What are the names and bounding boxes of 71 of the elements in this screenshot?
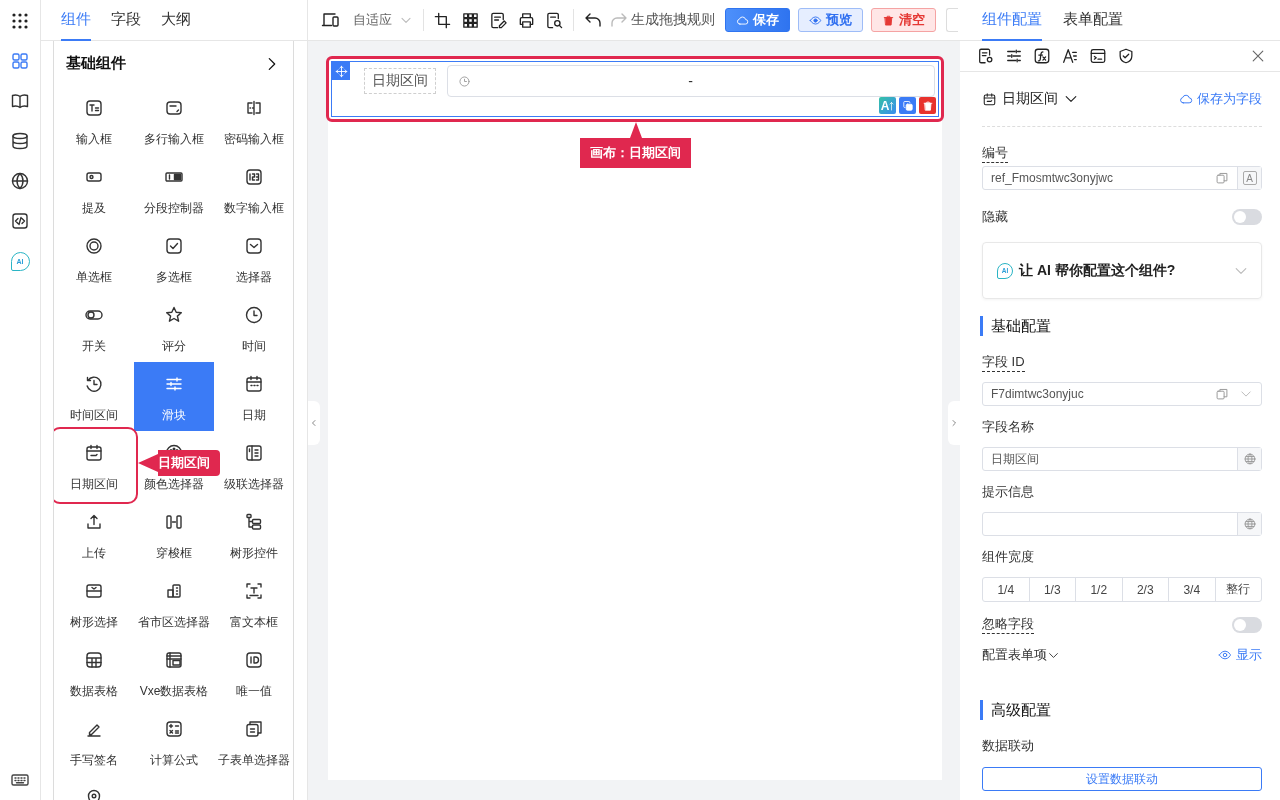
component-item[interactable]: 评分 [162, 339, 186, 353]
component-item[interactable]: 级联选择器 [224, 477, 284, 491]
layout-select[interactable]: 自适应 [353, 11, 414, 29]
panel-tab[interactable]: 字段 [111, 0, 141, 41]
field-label: 提示信息 [982, 483, 1034, 501]
field-label: 忽略字段 [982, 615, 1034, 634]
field-label: 编号 [982, 144, 1008, 163]
component-item[interactable]: 颜色选择器 [144, 477, 204, 491]
component-item[interactable]: 富文本框 [230, 615, 278, 629]
text-field[interactable]: ref_Fmosmtwc3onyjwc A [982, 166, 1262, 190]
field-label: 数据联动 [982, 737, 1034, 755]
field-label: 字段名称 [982, 418, 1034, 436]
component-item[interactable]: 手写签名 [70, 753, 118, 767]
show-link[interactable]: 显示 [1218, 646, 1262, 664]
toolbar-button[interactable]: 清空 [871, 8, 936, 32]
config-tab[interactable]: 组件配置 [982, 0, 1042, 41]
component-item[interactable]: 省市区选择器 [138, 615, 210, 629]
width-option[interactable]: 3/4 [1168, 578, 1215, 601]
field-label: 字段 ID [982, 353, 1025, 372]
field-label: 组件宽度 [982, 548, 1034, 566]
component-item[interactable]: 分段控制器 [144, 201, 204, 215]
component-item[interactable]: 唯一值 [236, 684, 272, 698]
component-item[interactable]: 多行输入框 [144, 132, 204, 146]
component-item[interactable]: 时间 [242, 339, 266, 353]
component-item[interactable]: 计算公式 [150, 753, 198, 767]
component-item[interactable]: 密码输入框 [224, 132, 284, 146]
toolbar-button[interactable]: 预览 [798, 8, 863, 32]
date-range-input[interactable]: - [447, 65, 935, 97]
select-field[interactable]: F7dimtwc3onyjuc [982, 382, 1262, 406]
component-item[interactable]: 日期 [242, 408, 266, 422]
component-item[interactable]: Vxe数据表格 [139, 684, 209, 698]
component-item[interactable]: 子表单选择器 [218, 753, 290, 767]
component-item[interactable]: 选择器 [236, 270, 272, 284]
toolbar-button[interactable]: 保存 [725, 8, 790, 32]
section-heading: 基础配置 [980, 316, 1262, 336]
generate-rules-link[interactable]: 生成拖拽规则 [631, 11, 715, 29]
field-label: 日期区间 [364, 68, 436, 94]
component-item[interactable]: 树形控件 [230, 546, 278, 560]
component-name: 日期区间 [1002, 90, 1058, 108]
save-as-field-link[interactable]: 保存为字段 [1179, 90, 1262, 108]
component-item[interactable]: 数字输入框 [224, 201, 284, 215]
section-heading: 高级配置 [980, 700, 1262, 720]
canvas-tooltip: 画布：日期区间 [580, 122, 691, 168]
component-item[interactable]: 单选框 [76, 270, 112, 284]
text-field[interactable]: 日期区间 [982, 447, 1262, 471]
panel-tab[interactable]: 组件 [61, 0, 91, 41]
width-option[interactable]: 1/4 [983, 578, 1029, 601]
width-option[interactable]: 1/2 [1075, 578, 1122, 601]
config-tab[interactable]: 表单配置 [1063, 0, 1123, 41]
width-option[interactable]: 整行 [1214, 578, 1261, 601]
ai-prompt: 让 AI 帮你配置这个组件? [1019, 261, 1176, 280]
component-item[interactable]: 多选框 [156, 270, 192, 284]
component-item[interactable]: 滑块 [134, 362, 214, 431]
component-item[interactable]: 日期区间 [54, 431, 134, 500]
width-option[interactable]: 2/3 [1121, 578, 1168, 601]
width-option[interactable]: 1/3 [1028, 578, 1075, 601]
component-item[interactable]: 输入框 [76, 132, 112, 146]
field-label: 隐藏 [982, 208, 1008, 226]
component-item[interactable]: 开关 [82, 339, 106, 353]
drag-tooltip: 日期区间 [138, 450, 220, 476]
section-title: 基础组件 [66, 54, 126, 73]
panel-tab[interactable]: 大纲 [161, 0, 191, 41]
component-item[interactable]: 提及 [82, 201, 106, 215]
form-item-toggle[interactable]: 配置表单项 [982, 645, 1060, 665]
component-item[interactable]: 上传 [82, 546, 106, 560]
component-item[interactable]: 穿梭框 [156, 546, 192, 560]
component-item[interactable]: 树形选择 [70, 615, 118, 629]
component-item[interactable]: 数据表格 [70, 684, 118, 698]
data-linkage-button[interactable]: 设置数据联动 [982, 767, 1262, 791]
component-item[interactable]: 时间区间 [70, 408, 118, 422]
date-range-field[interactable]: 日期区间 - A [326, 56, 944, 122]
